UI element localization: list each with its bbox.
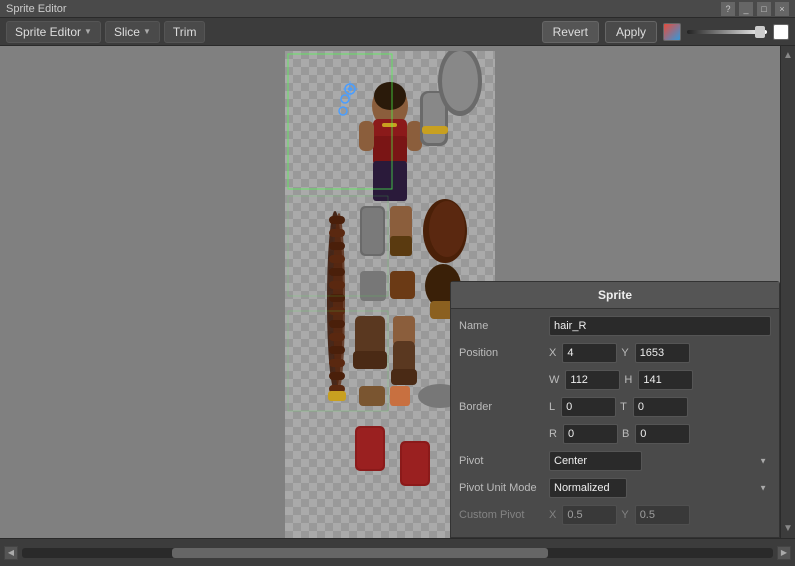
custom-pivot-group: X Y [549, 505, 771, 525]
pivot-unit-mode-select[interactable]: Normalized Pixels [549, 478, 627, 498]
scroll-thumb [172, 548, 548, 558]
slice-dropdown-arrow: ▼ [143, 27, 151, 36]
position-y-input[interactable] [635, 343, 690, 363]
t-label: T [620, 401, 627, 413]
slice-menu[interactable]: Slice ▼ [105, 21, 160, 43]
custom-pivot-row: Custom Pivot X Y [459, 504, 771, 526]
brightness-slider[interactable] [687, 30, 767, 34]
help-button[interactable]: ? [721, 2, 735, 16]
position-wh-group: W H [549, 370, 771, 390]
scroll-track[interactable] [22, 548, 773, 558]
scroll-right-button[interactable]: ▶ [777, 546, 791, 560]
custom-pivot-x-input[interactable] [562, 505, 617, 525]
border-t-input[interactable] [633, 397, 688, 417]
border-row-lt: Border L T [459, 396, 771, 418]
border-rb-group: R B [549, 424, 771, 444]
position-h-input[interactable] [638, 370, 693, 390]
revert-button[interactable]: Revert [542, 21, 599, 43]
title-bar: Sprite Editor ? _ □ × [0, 0, 795, 18]
scroll-left-button[interactable]: ◀ [4, 546, 18, 560]
border-label: Border [459, 401, 549, 413]
name-row: Name [459, 315, 771, 337]
minimize-button[interactable]: _ [739, 2, 753, 16]
border-r-input[interactable] [563, 424, 618, 444]
w-label: W [549, 374, 559, 386]
right-scrollbar[interactable]: ▲ ▼ [780, 46, 795, 538]
custom-pivot-label: Custom Pivot [459, 509, 549, 521]
position-x-input[interactable] [562, 343, 617, 363]
border-b-input[interactable] [635, 424, 690, 444]
trim-button[interactable]: Trim [164, 21, 206, 43]
slider-thumb [755, 26, 765, 38]
border-l-input[interactable] [561, 397, 616, 417]
l-label: L [549, 401, 555, 413]
position-row-xy: Position X Y [459, 342, 771, 364]
menu-bar-right: Revert Apply [542, 21, 789, 43]
pivot-select-wrapper[interactable]: Center Top Left Top Center Top Right Lef… [549, 451, 771, 471]
pivot-select[interactable]: Center Top Left Top Center Top Right Lef… [549, 451, 642, 471]
menu-bar: Sprite Editor ▼ Slice ▼ Trim Revert Appl… [0, 18, 795, 46]
position-xy-group: X Y [549, 343, 771, 363]
close-button[interactable]: × [775, 2, 789, 16]
panel-header: Sprite [451, 282, 779, 309]
panel-body: Name Position X Y W H [451, 309, 779, 537]
scroll-down-arrow[interactable]: ▼ [783, 519, 793, 538]
scroll-up-arrow[interactable]: ▲ [783, 46, 793, 65]
h-label: H [624, 374, 632, 386]
name-input[interactable] [549, 316, 771, 336]
name-label: Name [459, 320, 549, 332]
main-content: ▲ ▼ Sprite Name Position X Y [0, 46, 795, 538]
color-toggle-button[interactable] [663, 23, 681, 41]
border-lt-group: L T [549, 397, 771, 417]
slider-track [687, 30, 767, 34]
r-label: R [549, 428, 557, 440]
horizontal-scrollbar[interactable]: ◀ ▶ [0, 538, 795, 566]
x-label: X [549, 347, 556, 359]
pivot-row: Pivot Center Top Left Top Center Top Rig… [459, 450, 771, 472]
pivot-unit-mode-label: Pivot Unit Mode [459, 482, 549, 494]
title-bar-label: Sprite Editor [6, 3, 67, 15]
border-row-rb: R B [459, 423, 771, 445]
y-label: Y [621, 347, 628, 359]
custom-pivot-y-label: Y [621, 509, 628, 521]
properties-panel: Sprite Name Position X Y [450, 281, 780, 538]
maximize-button[interactable]: □ [757, 2, 771, 16]
position-label: Position [459, 347, 549, 359]
pivot-unit-mode-select-wrapper[interactable]: Normalized Pixels [549, 478, 771, 498]
position-w-input[interactable] [565, 370, 620, 390]
pivot-label: Pivot [459, 455, 549, 467]
title-bar-controls: ? _ □ × [721, 2, 789, 16]
sprite-editor-dropdown-arrow: ▼ [84, 27, 92, 36]
custom-pivot-x-label: X [549, 509, 556, 521]
pivot-unit-mode-row: Pivot Unit Mode Normalized Pixels [459, 477, 771, 499]
position-row-wh: W H [459, 369, 771, 391]
custom-pivot-y-input[interactable] [635, 505, 690, 525]
alpha-indicator [773, 24, 789, 40]
apply-button[interactable]: Apply [605, 21, 657, 43]
sprite-editor-menu[interactable]: Sprite Editor ▼ [6, 21, 101, 43]
b-label: B [622, 428, 629, 440]
